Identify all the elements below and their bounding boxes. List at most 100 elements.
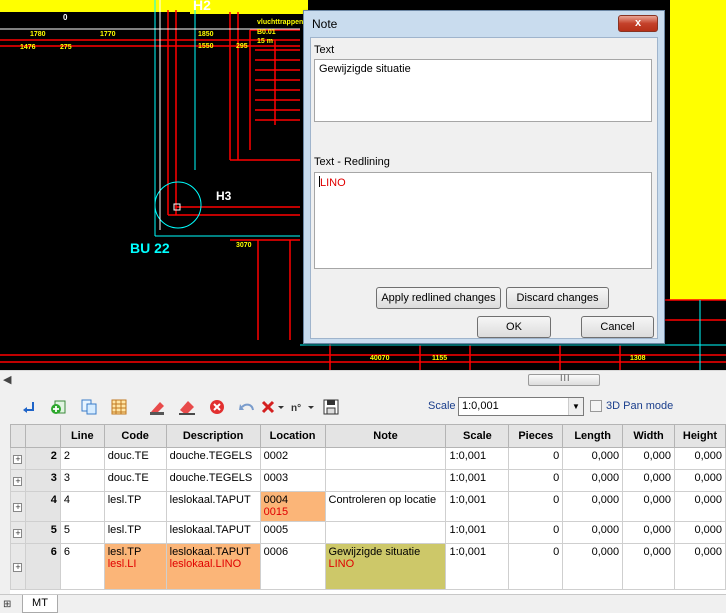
cell-note[interactable] [324, 447, 447, 470]
table-row[interactable]: + 5 5 lesl.TP leslokaal.TAPUT 0005 1:0,0… [10, 521, 726, 544]
cell-line[interactable]: 2 [59, 447, 105, 470]
cell-length[interactable]: 0,000 [562, 521, 624, 544]
cell-width[interactable]: 0,000 [622, 521, 675, 544]
cell-pieces[interactable]: 0 [508, 447, 564, 470]
cell-pieces[interactable]: 0 [508, 543, 564, 590]
cell-code[interactable]: lesl.TP [103, 521, 167, 544]
cell-pieces[interactable]: 0 [508, 491, 564, 522]
apply-redlined-changes-button[interactable]: Apply redlined changes [376, 287, 501, 309]
cell-code[interactable]: douc.TE [103, 469, 167, 492]
cell-width[interactable]: 0,000 [622, 469, 675, 492]
cell-height[interactable]: 0,000 [674, 521, 726, 544]
cell-height[interactable]: 0,000 [674, 447, 726, 470]
header-length[interactable]: Length [562, 424, 624, 448]
header-description[interactable]: Description [165, 424, 261, 448]
close-button[interactable]: x [618, 15, 658, 32]
cell-location[interactable]: 0003 [259, 469, 326, 492]
expand-plus-icon[interactable]: + [13, 562, 23, 572]
cell-scale[interactable]: 1:0,001 [445, 469, 510, 492]
header-line[interactable]: Line [59, 424, 105, 448]
cell-height[interactable]: 0,000 [674, 491, 726, 522]
row-expander[interactable]: + [10, 521, 26, 544]
cell-note[interactable]: Controleren op locatie [324, 491, 447, 522]
chevron-down-icon[interactable]: ▼ [568, 398, 583, 415]
row-expander[interactable]: + [10, 447, 26, 470]
table-row[interactable]: + 2 2 douc.TE douche.TEGELS 0002 1:0,001… [10, 447, 726, 470]
cell-length[interactable]: 0,000 [562, 491, 624, 522]
cell-length[interactable]: 0,000 [562, 469, 624, 492]
save-button[interactable] [322, 398, 340, 416]
header-location[interactable]: Location [259, 424, 326, 448]
cell-location-redlined[interactable]: 0004 0015 [259, 491, 326, 522]
cell-code-redlined[interactable]: lesl.TP lesl.LI [103, 543, 167, 590]
add-item-button[interactable] [50, 398, 68, 416]
cell-width[interactable]: 0,000 [622, 543, 675, 590]
cell-location[interactable]: 0005 [259, 521, 326, 544]
cell-scale[interactable]: 1:0,001 [445, 447, 510, 470]
expand-plus-icon[interactable]: + [13, 528, 23, 538]
cell-length[interactable]: 0,000 [562, 447, 624, 470]
scale-dropdown[interactable]: 1:0,001 ▼ [458, 397, 584, 416]
header-width[interactable]: Width [622, 424, 675, 448]
expand-plus-icon[interactable]: + [13, 502, 23, 512]
text-field[interactable]: Gewijzigde situatie [314, 59, 652, 122]
cell-width[interactable]: 0,000 [622, 491, 675, 522]
cell-note[interactable] [324, 469, 447, 492]
table-button[interactable] [110, 398, 128, 416]
cell-length[interactable]: 0,000 [562, 543, 624, 590]
row-expander[interactable]: + [10, 469, 26, 492]
cell-height[interactable]: 0,000 [674, 543, 726, 590]
cell-description[interactable]: leslokaal.TAPUT [165, 491, 261, 522]
table-row[interactable]: + 4 4 lesl.TP leslokaal.TAPUT 0004 0015 C… [10, 491, 726, 522]
clear-button[interactable] [178, 398, 196, 416]
cell-width[interactable]: 0,000 [622, 447, 675, 470]
horizontal-scrollbar[interactable]: ◀ III [0, 370, 726, 388]
cell-description[interactable]: douche.TEGELS [165, 469, 261, 492]
header-height[interactable]: Height [674, 424, 726, 448]
cell-note-redlined[interactable]: Gewijzigde situatie LINO [324, 543, 447, 590]
header-pieces[interactable]: Pieces [508, 424, 564, 448]
row-expander[interactable]: + [10, 543, 26, 590]
cell-location[interactable]: 0006 [259, 543, 326, 590]
3d-pan-mode-checkbox[interactable] [590, 400, 602, 412]
cell-line[interactable]: 5 [59, 521, 105, 544]
cell-description-redlined[interactable]: leslokaal.TAPUT leslokaal.LINO [165, 543, 261, 590]
table-row[interactable]: + 3 3 douc.TE douche.TEGELS 0003 1:0,001… [10, 469, 726, 492]
cell-scale[interactable]: 1:0,001 [445, 543, 510, 590]
tab-mt[interactable]: MT [22, 595, 58, 613]
insert-line-button[interactable] [20, 398, 38, 416]
cell-location[interactable]: 0002 [259, 447, 326, 470]
discard-changes-button[interactable]: Discard changes [506, 287, 609, 309]
row-expander[interactable]: + [10, 491, 26, 522]
ok-button[interactable]: OK [477, 316, 551, 338]
cell-height[interactable]: 0,000 [674, 469, 726, 492]
cell-line[interactable]: 4 [59, 491, 105, 522]
expand-plus-icon[interactable]: + [13, 454, 23, 464]
cell-scale[interactable]: 1:0,001 [445, 521, 510, 544]
cell-description[interactable]: douche.TEGELS [165, 447, 261, 470]
expand-tree-icon[interactable]: ⊞ [3, 599, 11, 610]
cell-code[interactable]: lesl.TP [103, 491, 167, 522]
scrollbar-thumb[interactable]: III [528, 373, 600, 386]
cell-pieces[interactable]: 0 [508, 469, 564, 492]
format-options-button[interactable]: n° [290, 398, 316, 416]
scroll-left-arrow-icon[interactable]: ◀ [3, 373, 11, 386]
cell-note[interactable] [324, 521, 447, 544]
expand-plus-icon[interactable]: + [13, 476, 23, 486]
cell-line[interactable]: 6 [59, 543, 105, 590]
dialog-titlebar[interactable]: Note x [304, 11, 664, 35]
cancel-button[interactable]: Cancel [581, 316, 654, 338]
redlining-field[interactable]: LINO [314, 172, 652, 269]
table-row[interactable]: + 6 6 lesl.TP lesl.LI leslokaal.TAPUT lesl… [10, 543, 726, 590]
header-scale[interactable]: Scale [445, 424, 510, 448]
delete-button[interactable] [208, 398, 226, 416]
header-note[interactable]: Note [324, 424, 447, 448]
cell-line[interactable]: 3 [59, 469, 105, 492]
cell-code[interactable]: douc.TE [103, 447, 167, 470]
cell-description[interactable]: leslokaal.TAPUT [165, 521, 261, 544]
header-code[interactable]: Code [103, 424, 167, 448]
copy-button[interactable] [80, 398, 98, 416]
undo-button[interactable] [238, 398, 256, 416]
edit-button[interactable] [148, 398, 166, 416]
cell-pieces[interactable]: 0 [508, 521, 564, 544]
